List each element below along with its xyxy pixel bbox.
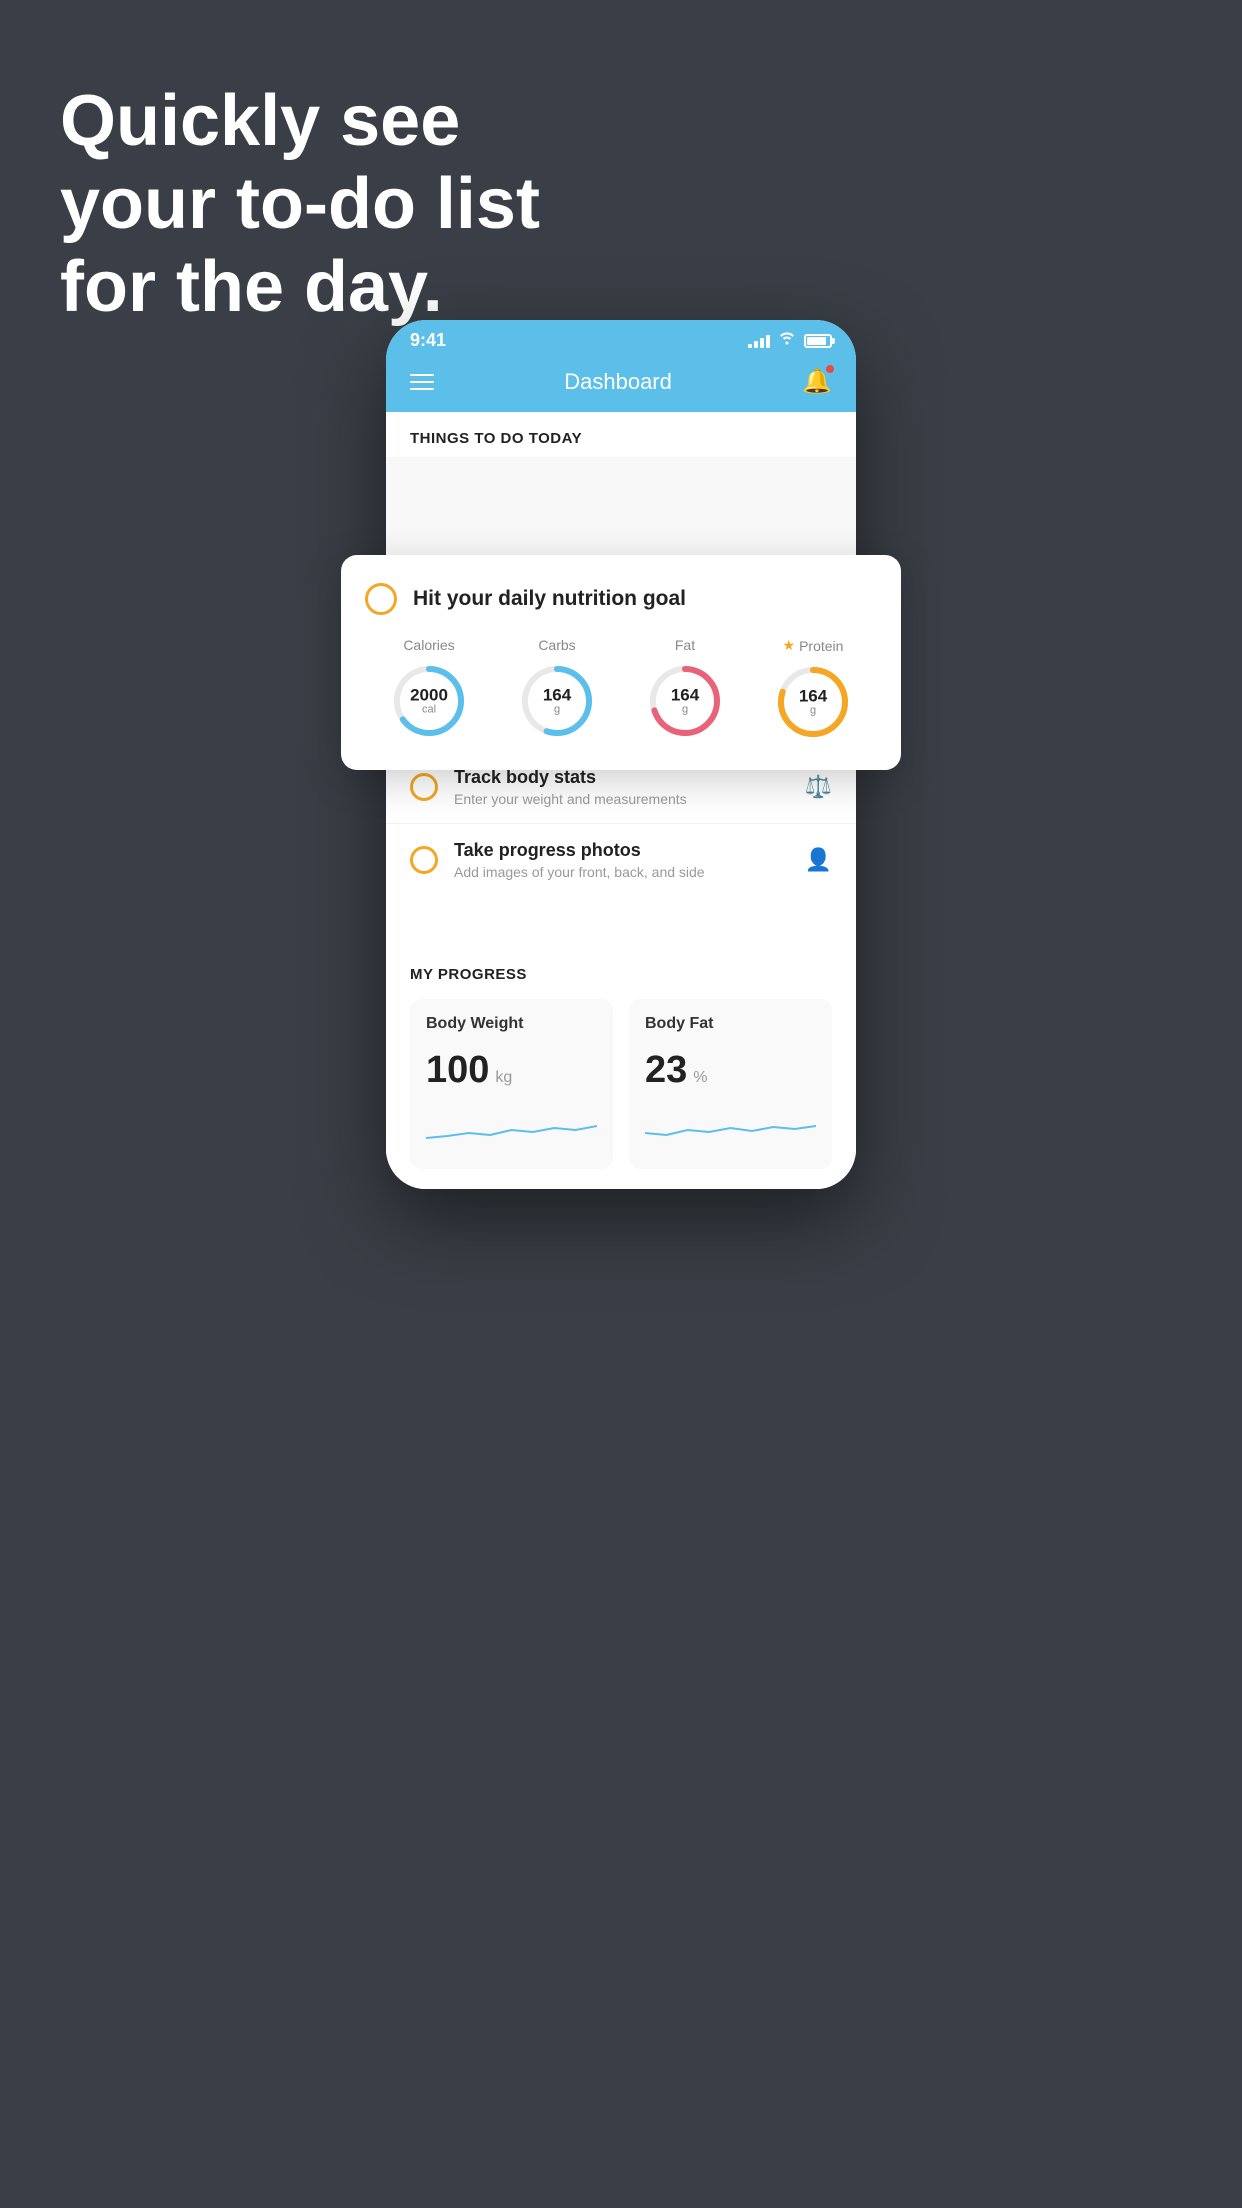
scale-icon: ⚖️ [805,774,832,800]
carbs-label: Carbs [538,637,575,653]
nutrition-card-title: Hit your daily nutrition goal [413,587,686,611]
battery-icon [804,334,832,348]
body-fat-title: Body Fat [645,1015,816,1033]
body-fat-card[interactable]: Body Fat 23 % [629,999,832,1169]
status-bar: 9:41 [386,320,856,357]
progress-header: MY PROGRESS [410,966,832,983]
phone-content: THINGS TO DO TODAY Running Track your st… [386,412,856,1189]
protein-circle: 164 g [773,662,853,742]
fat-stat: Fat 164 g [645,637,725,741]
star-icon: ★ [783,637,796,654]
notification-dot [826,365,834,373]
things-to-do-header: THINGS TO DO TODAY [386,412,856,457]
fat-circle: 164 g [645,661,725,741]
carbs-value: 164 [543,687,571,704]
body-fat-value: 23 % [645,1049,816,1092]
nav-title: Dashboard [564,369,672,395]
task-item-photos[interactable]: Take progress photos Add images of your … [386,823,856,896]
hero-text: Quickly see your to-do list for the day. [60,80,540,328]
hamburger-menu[interactable] [410,374,434,390]
body-weight-title: Body Weight [426,1015,597,1033]
nutrition-card-header: Hit your daily nutrition goal [365,583,877,615]
protein-stat: ★ Protein 164 g [773,637,853,742]
fat-value: 164 [671,687,699,704]
progress-cards: Body Weight 100 kg Body Fat 23 % [410,999,832,1169]
status-icons [748,331,832,350]
task-title-body-stats: Track body stats [454,767,789,788]
protein-label: ★ Protein [783,637,844,654]
calories-circle: 2000 cal [389,661,469,741]
body-fat-chart [645,1108,816,1148]
nav-bar: Dashboard 🔔 [386,357,856,412]
body-weight-unit: kg [495,1069,512,1087]
protein-unit: g [799,705,827,717]
wifi-icon [778,331,796,350]
protein-value: 164 [799,688,827,705]
task-title-photos: Take progress photos [454,840,789,861]
body-weight-chart [426,1108,597,1148]
carbs-stat: Carbs 164 g [517,637,597,741]
calories-label: Calories [403,637,454,653]
body-weight-number: 100 [426,1049,489,1092]
signal-icon [748,334,770,348]
calories-value: 2000 [410,687,448,704]
calories-unit: cal [410,704,448,716]
body-fat-unit: % [693,1069,707,1087]
nutrition-checkbox[interactable] [365,583,397,615]
photo-icon: 👤 [805,847,832,873]
carbs-circle: 164 g [517,661,597,741]
nutrition-stats: Calories 2000 cal Carbs [365,637,877,742]
spacing [386,896,856,946]
body-fat-number: 23 [645,1049,687,1092]
carbs-unit: g [543,704,571,716]
task-text-photos: Take progress photos Add images of your … [454,840,789,880]
body-weight-value: 100 kg [426,1049,597,1092]
task-checkbox-body-stats[interactable] [410,773,438,801]
task-subtitle-body-stats: Enter your weight and measurements [454,791,789,807]
calories-stat: Calories 2000 cal [389,637,469,741]
progress-section: MY PROGRESS Body Weight 100 kg Body Fat [386,946,856,1189]
fat-unit: g [671,704,699,716]
task-text-body-stats: Track body stats Enter your weight and m… [454,767,789,807]
body-weight-card[interactable]: Body Weight 100 kg [410,999,613,1169]
notification-bell-icon[interactable]: 🔔 [802,367,832,396]
fat-label: Fat [675,637,695,653]
task-subtitle-photos: Add images of your front, back, and side [454,864,789,880]
time-display: 9:41 [410,330,446,351]
nutrition-card: Hit your daily nutrition goal Calories 2… [341,555,901,770]
task-checkbox-photos[interactable] [410,846,438,874]
